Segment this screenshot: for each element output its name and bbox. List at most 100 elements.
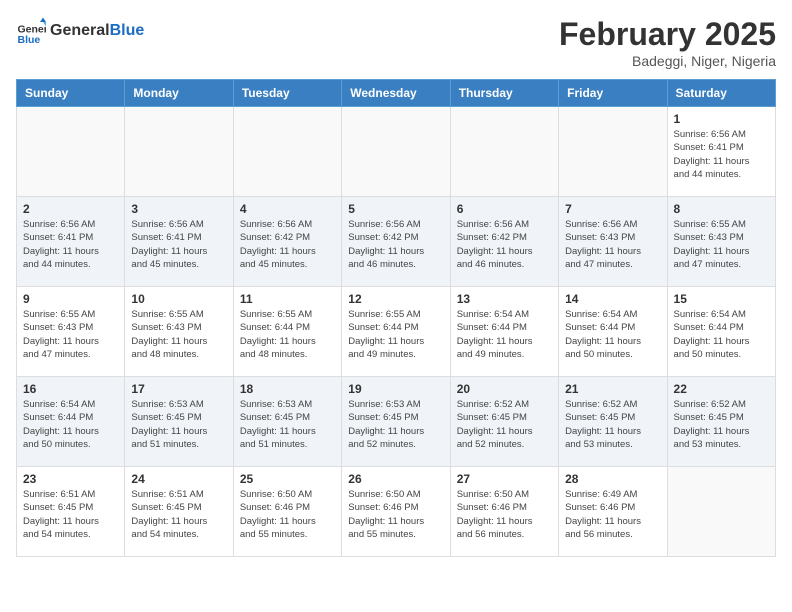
table-row: 7 Sunrise: 6:56 AM Sunset: 6:43 PM Daylig… bbox=[559, 197, 667, 287]
day-info: Sunrise: 6:55 AM Sunset: 6:43 PM Dayligh… bbox=[674, 218, 769, 271]
day-info: Sunrise: 6:55 AM Sunset: 6:43 PM Dayligh… bbox=[23, 308, 118, 361]
table-row: 14 Sunrise: 6:54 AM Sunset: 6:44 PM Dayli… bbox=[559, 287, 667, 377]
table-row: 21 Sunrise: 6:52 AM Sunset: 6:45 PM Dayli… bbox=[559, 377, 667, 467]
table-row: 8 Sunrise: 6:55 AM Sunset: 6:43 PM Daylig… bbox=[667, 197, 775, 287]
day-info: Sunrise: 6:56 AM Sunset: 6:42 PM Dayligh… bbox=[240, 218, 335, 271]
calendar-table: Sunday Monday Tuesday Wednesday Thursday… bbox=[16, 79, 776, 557]
day-info: Sunrise: 6:56 AM Sunset: 6:41 PM Dayligh… bbox=[23, 218, 118, 271]
day-number: 2 bbox=[23, 202, 118, 216]
table-row: 13 Sunrise: 6:54 AM Sunset: 6:44 PM Dayli… bbox=[450, 287, 558, 377]
table-row: 12Sunrise: 6:55 AM Sunset: 6:44 PM Dayli… bbox=[342, 287, 450, 377]
calendar-subtitle: Badeggi, Niger, Nigeria bbox=[559, 53, 776, 69]
day-number: 16 bbox=[23, 382, 118, 396]
day-number: 4 bbox=[240, 202, 335, 216]
day-info: Sunrise: 6:54 AM Sunset: 6:44 PM Dayligh… bbox=[23, 398, 118, 451]
day-info: Sunrise: 6:54 AM Sunset: 6:44 PM Dayligh… bbox=[565, 308, 660, 361]
day-number: 27 bbox=[457, 472, 552, 486]
calendar-title: February 2025 bbox=[559, 16, 776, 53]
day-number: 25 bbox=[240, 472, 335, 486]
day-info: Sunrise: 6:53 AM Sunset: 6:45 PM Dayligh… bbox=[131, 398, 226, 451]
general-blue-icon: General Blue bbox=[16, 16, 46, 46]
title-area: February 2025 Badeggi, Niger, Nigeria bbox=[559, 16, 776, 69]
table-row: 24Sunrise: 6:51 AM Sunset: 6:45 PM Dayli… bbox=[125, 467, 233, 557]
day-number: 9 bbox=[23, 292, 118, 306]
table-row: 18 Sunrise: 6:53 AM Sunset: 6:45 PM Dayli… bbox=[233, 377, 341, 467]
table-row: 9 Sunrise: 6:55 AM Sunset: 6:43 PM Daylig… bbox=[17, 287, 125, 377]
table-row: 20 Sunrise: 6:52 AM Sunset: 6:45 PM Dayli… bbox=[450, 377, 558, 467]
day-number: 17 bbox=[131, 382, 226, 396]
day-info: Sunrise: 6:52 AM Sunset: 6:45 PM Dayligh… bbox=[457, 398, 552, 451]
day-info: Sunrise: 6:50 AM Sunset: 6:46 PM Dayligh… bbox=[457, 488, 552, 541]
header-thursday: Thursday bbox=[450, 80, 558, 107]
table-row: 4 Sunrise: 6:56 AM Sunset: 6:42 PM Daylig… bbox=[233, 197, 341, 287]
day-number: 11 bbox=[240, 292, 335, 306]
day-info: Sunrise: 6:50 AM Sunset: 6:46 PM Dayligh… bbox=[240, 488, 335, 541]
table-row bbox=[559, 107, 667, 197]
logo-text: GeneralBlue bbox=[50, 22, 144, 40]
svg-text:Blue: Blue bbox=[18, 34, 41, 46]
day-number: 10 bbox=[131, 292, 226, 306]
header: General Blue GeneralBlue February 2025 B… bbox=[16, 16, 776, 69]
table-row: 17 Sunrise: 6:53 AM Sunset: 6:45 PM Dayli… bbox=[125, 377, 233, 467]
table-row bbox=[667, 467, 775, 557]
table-row bbox=[125, 107, 233, 197]
table-row: 27 Sunrise: 6:50 AM Sunset: 6:46 PM Dayli… bbox=[450, 467, 558, 557]
day-number: 5 bbox=[348, 202, 443, 216]
day-number: 8 bbox=[674, 202, 769, 216]
calendar-week-row: 2 Sunrise: 6:56 AM Sunset: 6:41 PM Daylig… bbox=[17, 197, 776, 287]
header-friday: Friday bbox=[559, 80, 667, 107]
table-row: 16 Sunrise: 6:54 AM Sunset: 6:44 PM Dayli… bbox=[17, 377, 125, 467]
table-row: 1Sunrise: 6:56 AM Sunset: 6:41 PM Daylig… bbox=[667, 107, 775, 197]
day-number: 22 bbox=[674, 382, 769, 396]
day-number: 21 bbox=[565, 382, 660, 396]
header-tuesday: Tuesday bbox=[233, 80, 341, 107]
header-saturday: Saturday bbox=[667, 80, 775, 107]
table-row: 23 Sunrise: 6:51 AM Sunset: 6:45 PM Dayli… bbox=[17, 467, 125, 557]
day-info: Sunrise: 6:55 AM Sunset: 6:44 PM Dayligh… bbox=[240, 308, 335, 361]
table-row: 11 Sunrise: 6:55 AM Sunset: 6:44 PM Dayli… bbox=[233, 287, 341, 377]
table-row: 15Sunrise: 6:54 AM Sunset: 6:44 PM Dayli… bbox=[667, 287, 775, 377]
day-number: 18 bbox=[240, 382, 335, 396]
day-info: Sunrise: 6:55 AM Sunset: 6:44 PM Dayligh… bbox=[348, 308, 443, 361]
day-number: 20 bbox=[457, 382, 552, 396]
day-number: 23 bbox=[23, 472, 118, 486]
calendar-week-row: 9 Sunrise: 6:55 AM Sunset: 6:43 PM Daylig… bbox=[17, 287, 776, 377]
table-row: 25 Sunrise: 6:50 AM Sunset: 6:46 PM Dayli… bbox=[233, 467, 341, 557]
day-number: 13 bbox=[457, 292, 552, 306]
table-row: 19 Sunrise: 6:53 AM Sunset: 6:45 PM Dayli… bbox=[342, 377, 450, 467]
table-row bbox=[342, 107, 450, 197]
day-number: 19 bbox=[348, 382, 443, 396]
calendar-week-row: 16 Sunrise: 6:54 AM Sunset: 6:44 PM Dayli… bbox=[17, 377, 776, 467]
day-number: 3 bbox=[131, 202, 226, 216]
day-info: Sunrise: 6:53 AM Sunset: 6:45 PM Dayligh… bbox=[240, 398, 335, 451]
day-info: Sunrise: 6:52 AM Sunset: 6:45 PM Dayligh… bbox=[565, 398, 660, 451]
day-info: Sunrise: 6:56 AM Sunset: 6:42 PM Dayligh… bbox=[457, 218, 552, 271]
table-row: 28 Sunrise: 6:49 AM Sunset: 6:46 PM Dayli… bbox=[559, 467, 667, 557]
table-row: 10 Sunrise: 6:55 AM Sunset: 6:43 PM Dayli… bbox=[125, 287, 233, 377]
day-info: Sunrise: 6:50 AM Sunset: 6:46 PM Dayligh… bbox=[348, 488, 443, 541]
day-number: 26 bbox=[348, 472, 443, 486]
day-info: Sunrise: 6:53 AM Sunset: 6:45 PM Dayligh… bbox=[348, 398, 443, 451]
day-number: 14 bbox=[565, 292, 660, 306]
day-info: Sunrise: 6:51 AM Sunset: 6:45 PM Dayligh… bbox=[23, 488, 118, 541]
day-info: Sunrise: 6:54 AM Sunset: 6:44 PM Dayligh… bbox=[457, 308, 552, 361]
day-number: 28 bbox=[565, 472, 660, 486]
table-row bbox=[17, 107, 125, 197]
day-info: Sunrise: 6:54 AM Sunset: 6:44 PM Dayligh… bbox=[674, 308, 769, 361]
table-row: 2 Sunrise: 6:56 AM Sunset: 6:41 PM Daylig… bbox=[17, 197, 125, 287]
table-row bbox=[450, 107, 558, 197]
table-row bbox=[233, 107, 341, 197]
table-row: 5Sunrise: 6:56 AM Sunset: 6:42 PM Daylig… bbox=[342, 197, 450, 287]
day-number: 7 bbox=[565, 202, 660, 216]
header-sunday: Sunday bbox=[17, 80, 125, 107]
day-info: Sunrise: 6:56 AM Sunset: 6:41 PM Dayligh… bbox=[131, 218, 226, 271]
day-number: 24 bbox=[131, 472, 226, 486]
day-number: 6 bbox=[457, 202, 552, 216]
day-info: Sunrise: 6:52 AM Sunset: 6:45 PM Dayligh… bbox=[674, 398, 769, 451]
day-info: Sunrise: 6:55 AM Sunset: 6:43 PM Dayligh… bbox=[131, 308, 226, 361]
weekday-header-row: Sunday Monday Tuesday Wednesday Thursday… bbox=[17, 80, 776, 107]
header-monday: Monday bbox=[125, 80, 233, 107]
table-row: 26 Sunrise: 6:50 AM Sunset: 6:46 PM Dayli… bbox=[342, 467, 450, 557]
day-info: Sunrise: 6:49 AM Sunset: 6:46 PM Dayligh… bbox=[565, 488, 660, 541]
day-info: Sunrise: 6:56 AM Sunset: 6:43 PM Dayligh… bbox=[565, 218, 660, 271]
